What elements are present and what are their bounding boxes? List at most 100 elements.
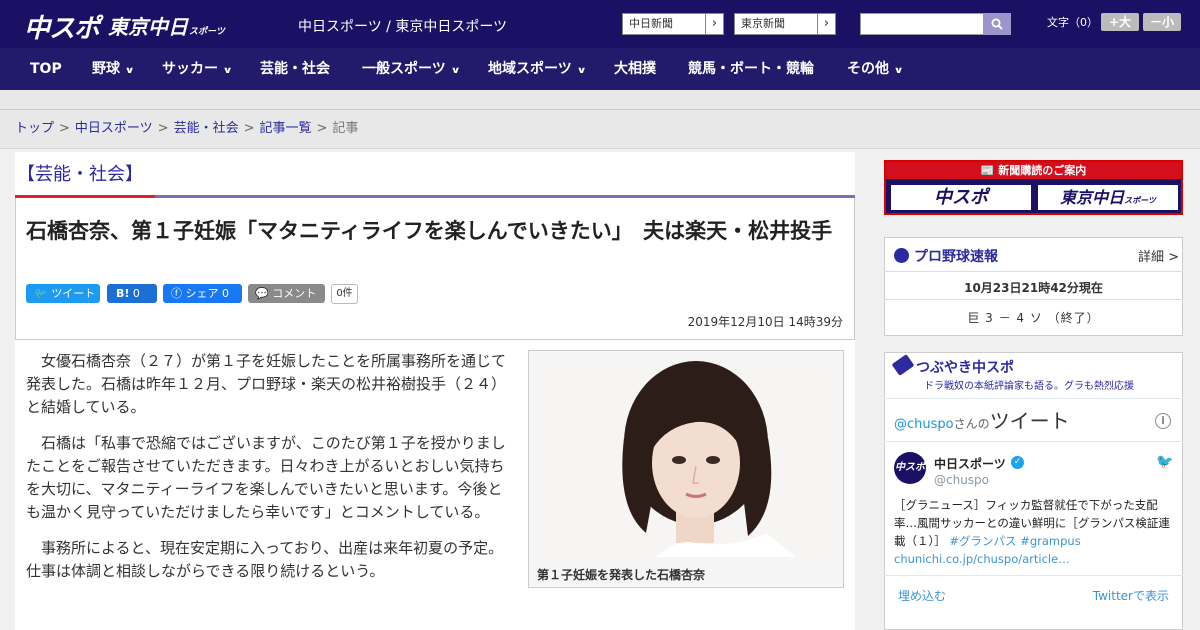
- chevron-right-icon: ›: [705, 14, 723, 34]
- facebook-share-button[interactable]: ⓕ シェア 0: [163, 284, 242, 303]
- main-nav: TOP 野球 ∨ サッカー ∨ 芸能・社会 一般スポーツ ∨ 地域スポーツ ∨ 大相撲 …: [0, 48, 1200, 90]
- tweet-button[interactable]: 🐦 ツイート: [26, 284, 100, 303]
- nav-label: 芸能・社会: [260, 61, 330, 77]
- chevron-down-icon: ∨: [893, 66, 904, 76]
- nav-label: 野球: [92, 61, 120, 77]
- nav-label: 大相撲: [614, 61, 656, 77]
- hatena-bookmark-button[interactable]: B! 0: [107, 284, 157, 303]
- facebook-count: 0: [222, 287, 229, 300]
- baseball-scores-title: プロ野球速報: [914, 249, 998, 265]
- tokyo-logo-text: 東京中日: [108, 15, 188, 39]
- nav-item-sumo[interactable]: 大相撲: [614, 48, 656, 90]
- font-smaller-button[interactable]: －小: [1143, 13, 1181, 31]
- chunichi-shimbun-link[interactable]: 中日新聞 ›: [622, 13, 724, 35]
- nav-item-other[interactable]: その他 ∨: [847, 48, 904, 90]
- timeline-handle[interactable]: @chuspo: [894, 417, 954, 432]
- banner-chuspo[interactable]: 中スポ: [889, 183, 1033, 212]
- nav-item-general-sports[interactable]: 一般スポーツ ∨: [362, 48, 461, 90]
- baseball-detail-link[interactable]: 詳細 >: [1138, 246, 1179, 265]
- comment-bubble-icon: 💬: [255, 287, 273, 300]
- tweet-text: ［グラニュース］フィッカ監督就任で下がった支配率…風間サッカーとの違い鮮明に［グ…: [894, 496, 1172, 568]
- breadcrumb-current: 記事: [332, 121, 359, 136]
- baseball-score[interactable]: 巨 3 － 4 ソ （終了）: [884, 309, 1183, 326]
- ad-strip: [0, 90, 1200, 110]
- breadcrumb-sep: >: [59, 121, 70, 136]
- nav-item-racing[interactable]: 競馬・ボート・競輪: [688, 48, 814, 90]
- nav-label: サッカー: [162, 61, 218, 77]
- link-label: 東京新聞: [741, 17, 785, 30]
- article-photo[interactable]: [536, 358, 836, 557]
- tweet-account-name[interactable]: 中日スポーツ: [934, 455, 1006, 472]
- divider: [884, 271, 1183, 272]
- comment-label: コメント: [272, 287, 317, 300]
- portrait-image: [536, 358, 836, 557]
- divider: [884, 299, 1183, 300]
- nav-label: その他: [847, 61, 889, 77]
- nav-label: 競馬・ボート・競輪: [688, 61, 814, 77]
- hashtag-link[interactable]: #grampus: [1020, 534, 1081, 548]
- view-on-twitter-link[interactable]: Twitterで表示: [1093, 587, 1169, 604]
- newspaper-icon: 📰: [980, 164, 999, 177]
- banner-title-text: 新聞購読のご案内: [998, 164, 1087, 177]
- nav-item-baseball[interactable]: 野球 ∨: [92, 48, 135, 90]
- verified-icon: ✓: [1011, 456, 1024, 469]
- article-paragraph: 事務所によると、現在安定期に入っており、出産は来年初夏の予定。仕事は体調と相談し…: [26, 539, 504, 580]
- comment-count: 0件: [331, 284, 358, 304]
- site-header: 中スポ 東京中日スポーツ 中日スポーツ / 東京中日スポーツ 中日新聞 › 東京新…: [0, 0, 1200, 48]
- photo-caption: 第１子妊娠を発表した石橋杏奈: [537, 568, 706, 582]
- site-names: 中日スポーツ / 東京中日スポーツ: [298, 19, 508, 35]
- facebook-icon: ⓕ: [171, 287, 186, 300]
- banner-tokyo-chunichi[interactable]: 東京中日スポーツ: [1036, 183, 1180, 212]
- chuspo-logo[interactable]: 中スポ: [24, 8, 100, 45]
- chevron-down-icon: ∨: [450, 66, 461, 76]
- timeline-header: @chuspoさんのツイート: [894, 405, 1070, 434]
- article-headline: 石橋杏奈、第１子妊娠「マタニティライフを楽しんでいきたい」 夫は楽天・松井投手: [26, 219, 833, 243]
- embed-link[interactable]: 埋め込む: [898, 587, 946, 604]
- nav-label: 地域スポーツ: [488, 61, 572, 77]
- nav-item-soccer[interactable]: サッカー ∨: [162, 48, 233, 90]
- chevron-right-icon: ›: [817, 14, 835, 34]
- subscription-banner[interactable]: 📰 新聞購読のご案内 中スポ 東京中日スポーツ: [884, 160, 1183, 215]
- twitter-bird-icon[interactable]: 🐦: [1156, 454, 1173, 470]
- nav-item-top[interactable]: TOP: [30, 48, 62, 90]
- nav-item-entertainment[interactable]: 芸能・社会: [260, 48, 330, 90]
- article-paragraph: 石橋は「私事で恐縮ではございますが、このたび第１子を授かりましたことをご報告させ…: [26, 434, 506, 521]
- tsubuyaki-title: つぶやき中スポ: [916, 360, 1014, 376]
- banner-tokyo-small: スポーツ: [1124, 196, 1156, 205]
- chevron-down-icon: ∨: [576, 66, 587, 76]
- article-paragraph: 女優石橋杏奈（２７）が第１子を妊娠したことを所属事務所を通じて発表した。石橋は昨…: [26, 352, 507, 416]
- facebook-label: シェア: [185, 287, 219, 300]
- link-label: 中日新聞: [629, 17, 673, 30]
- tweet-url-link[interactable]: chunichi.co.jp/chuspo/article…: [894, 552, 1070, 566]
- nav-item-local-sports[interactable]: 地域スポーツ ∨: [488, 48, 587, 90]
- search-icon: [991, 18, 1003, 30]
- timeline-tweets-label: ツイート: [989, 409, 1070, 433]
- font-size-label: 文字（0）: [1047, 16, 1098, 29]
- breadcrumb-entertainment[interactable]: 芸能・社会: [174, 121, 239, 136]
- font-bigger-button[interactable]: +大: [1101, 13, 1139, 31]
- tweet-label: ツイート: [51, 287, 96, 300]
- info-icon[interactable]: i: [1155, 413, 1171, 429]
- hatena-icon: B!: [116, 287, 130, 300]
- breadcrumb: トップ > 中日スポーツ > 芸能・社会 > 記事一覧 > 記事: [0, 111, 1200, 149]
- category-title: 【芸能・社会】: [17, 164, 143, 185]
- divider: [884, 441, 1183, 442]
- hashtag-link[interactable]: #グランパス: [949, 534, 1016, 548]
- twitter-bird-icon: 🐦: [34, 287, 52, 300]
- breadcrumb-article-list[interactable]: 記事一覧: [260, 121, 312, 136]
- tweet-account-handle[interactable]: @chuspo: [934, 473, 989, 487]
- tsubuyaki-subtitle: ドラ戦奴の本紙評論家も語る。グラも熱烈応援: [924, 381, 1134, 392]
- search-input[interactable]: [860, 13, 984, 35]
- avatar[interactable]: 中スポ: [894, 452, 926, 484]
- breadcrumb-chuspo[interactable]: 中日スポーツ: [75, 121, 153, 136]
- search-button[interactable]: [983, 13, 1011, 35]
- breadcrumb-sep: >: [157, 121, 169, 136]
- baseball-icon: [894, 248, 909, 263]
- comment-button[interactable]: 💬 コメント: [248, 284, 325, 303]
- article-body: 女優石橋杏奈（２７）が第１子を妊娠したことを所属事務所を通じて発表した。石橋は昨…: [26, 350, 508, 596]
- breadcrumb-sep: >: [316, 121, 328, 136]
- chevron-down-icon: ∨: [222, 66, 233, 76]
- breadcrumb-top[interactable]: トップ: [15, 121, 54, 136]
- tokyo-chunichi-logo[interactable]: 東京中日スポーツ: [108, 11, 225, 40]
- tokyo-shimbun-link[interactable]: 東京新聞 ›: [734, 13, 836, 35]
